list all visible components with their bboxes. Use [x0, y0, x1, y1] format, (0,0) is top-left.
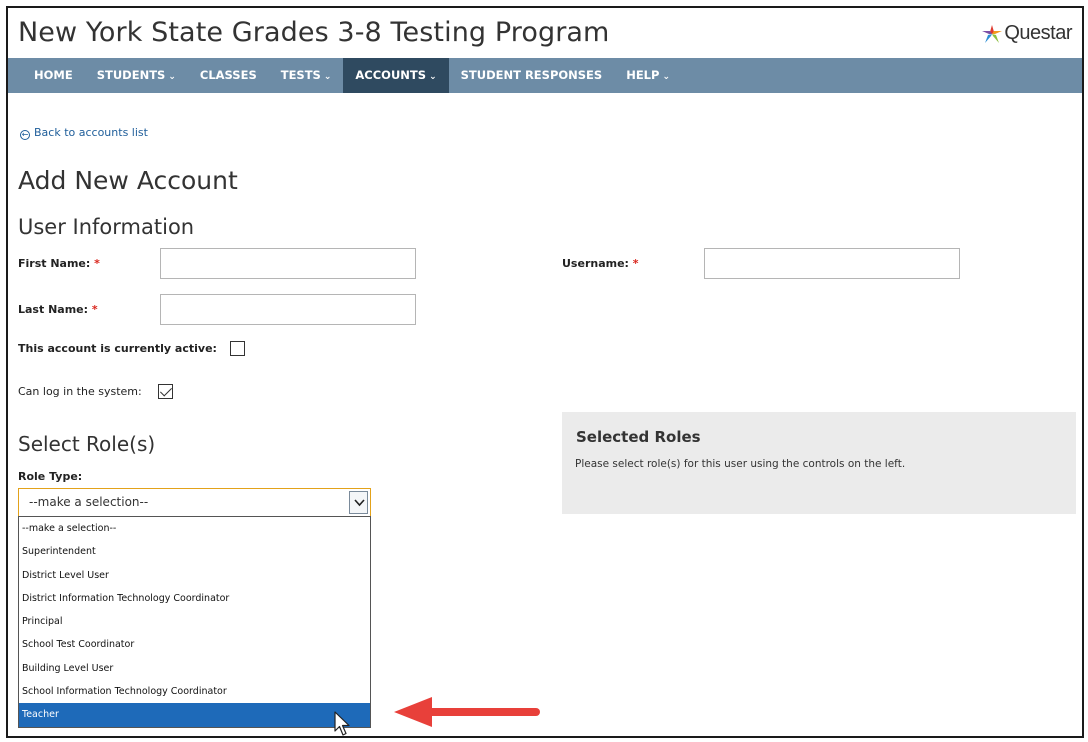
nav-item-label: ACCOUNTS [355, 68, 427, 82]
chevron-down-icon: ⌄ [323, 72, 332, 82]
role-option[interactable]: Principal [19, 610, 370, 633]
last-name-input[interactable] [160, 294, 416, 325]
username-input[interactable] [704, 248, 960, 279]
login-checkbox[interactable] [158, 384, 173, 399]
chevron-down-icon: ⌄ [429, 72, 437, 82]
active-checkbox[interactable] [230, 341, 245, 356]
app-title: New York State Grades 3-8 Testing Progra… [18, 17, 610, 48]
page-title: Add New Account [18, 166, 238, 195]
selected-roles-message: Please select role(s) for this user usin… [575, 458, 906, 470]
role-option[interactable]: District Information Technology Coordina… [19, 587, 370, 610]
role-type-value: --make a selection-- [29, 495, 149, 509]
nav-item-label: TESTS [280, 68, 321, 82]
nav-item-label: STUDENT RESPONSES [460, 68, 603, 82]
role-option[interactable]: Building Level User [19, 657, 370, 680]
annotation-arrow-icon [394, 697, 540, 727]
active-label: This account is currently active: [18, 342, 217, 355]
first-name-label: First Name: * [18, 257, 100, 270]
back-arrow-icon: ← [20, 130, 30, 140]
nav-item-label: CLASSES [199, 68, 257, 82]
logo-text: Questar [1004, 22, 1072, 44]
nav-item-classes[interactable]: CLASSES [188, 58, 269, 93]
nav-item-accounts[interactable]: ACCOUNTS ⌄ [343, 58, 449, 93]
role-option[interactable]: School Test Coordinator [19, 633, 370, 656]
user-info-heading: User Information [18, 215, 195, 239]
last-name-label: Last Name: * [18, 303, 98, 316]
mouse-pointer-icon [334, 711, 350, 736]
nav-item-students[interactable]: STUDENTS ⌄ [85, 58, 188, 93]
username-label: Username: * [562, 257, 639, 270]
role-option[interactable]: District Level User [19, 564, 370, 587]
role-option[interactable]: Superintendent [19, 540, 370, 563]
role-option[interactable]: --make a selection-- [19, 517, 370, 540]
questar-logo[interactable]: Questar [980, 22, 1072, 45]
nav-item-help[interactable]: HELP ⌄ [614, 58, 682, 93]
selected-roles-title: Selected Roles [576, 428, 701, 446]
first-name-input[interactable] [160, 248, 416, 279]
main-nav: HOME STUDENTS ⌄ CLASSES TESTS ⌄ ACCOUNTS ⌄ STUDE… [8, 58, 1082, 93]
role-type-label: Role Type: [18, 470, 83, 483]
chevron-down-icon [354, 499, 365, 507]
role-option[interactable]: Teacher [19, 703, 370, 727]
back-to-accounts-link[interactable]: ← Back to accounts list [20, 126, 148, 140]
select-roles-heading: Select Role(s) [18, 432, 156, 456]
questar-logo-icon [982, 24, 1003, 43]
nav-item-label: STUDENTS [96, 68, 166, 82]
nav-item-label: HOME [34, 68, 73, 82]
selected-roles-panel: Selected Roles Please select role(s) for… [562, 412, 1076, 514]
login-label: Can log in the system: [18, 385, 142, 398]
role-options-list: --make a selection-- Superintendent Distri… [18, 516, 371, 728]
nav-item-label: HELP [626, 68, 660, 82]
chevron-down-icon: ⌄ [662, 72, 670, 82]
chevron-down-icon: ⌄ [168, 72, 176, 82]
page-frame: New York State Grades 3-8 Testing Progra… [6, 6, 1084, 738]
nav-item-student-responses[interactable]: STUDENT RESPONSES [449, 58, 615, 93]
back-link-label: Back to accounts list [34, 126, 148, 139]
role-type-select[interactable]: --make a selection-- [18, 488, 371, 517]
nav-item-tests[interactable]: TESTS ⌄ [269, 58, 344, 93]
dropdown-toggle[interactable] [349, 491, 368, 514]
app-header: New York State Grades 3-8 Testing Progra… [8, 8, 1082, 58]
role-option[interactable]: School Information Technology Coordinato… [19, 680, 370, 703]
nav-item-home[interactable]: HOME [8, 58, 85, 93]
